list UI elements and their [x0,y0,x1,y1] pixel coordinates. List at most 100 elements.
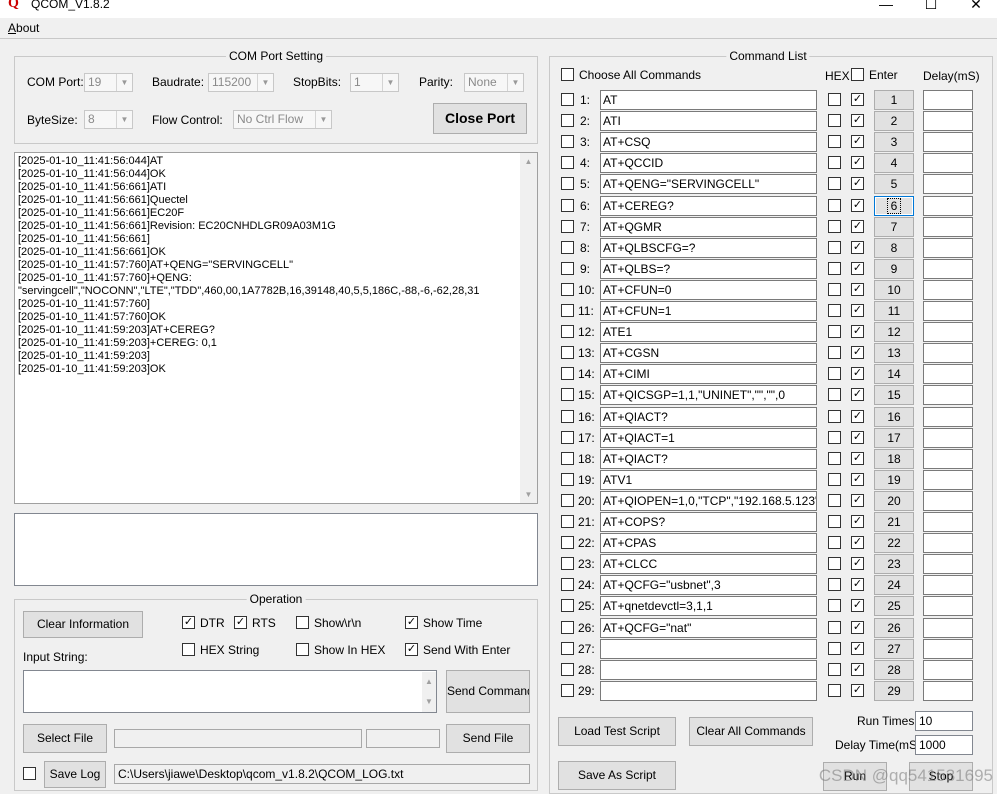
delay-input[interactable] [923,343,973,364]
command-select-checkbox[interactable] [561,599,574,613]
maximize-button[interactable]: ☐ [911,0,951,16]
delay-input[interactable] [923,490,973,511]
enter-checkbox[interactable] [851,367,864,381]
send-command-2-button[interactable]: 2 [874,111,914,132]
hex-checkbox[interactable] [828,620,841,634]
flow-control-select[interactable]: No Ctrl Flow ▼ [233,110,332,129]
save-as-script-button[interactable]: Save As Script [558,761,676,790]
enter-checkbox[interactable] [851,620,864,634]
hex-checkbox[interactable] [828,325,841,339]
command-select-checkbox[interactable] [561,261,574,275]
command-select-checkbox[interactable] [561,282,574,296]
command-select-checkbox[interactable] [561,219,574,233]
choose-all-checkbox[interactable] [561,68,574,81]
enter-checkbox[interactable] [851,156,864,170]
enter-checkbox[interactable] [851,662,864,676]
send-command-27-button[interactable]: 27 [874,638,914,659]
command-select-checkbox[interactable] [561,557,574,571]
hex-checkbox[interactable] [828,578,841,592]
delay-input[interactable] [923,427,973,448]
delay-input[interactable] [923,575,973,596]
command-select-checkbox[interactable] [561,578,574,592]
enter-checkbox[interactable] [851,388,864,402]
command-input[interactable]: AT [600,90,817,110]
command-input[interactable]: AT+CIMI [600,364,817,385]
send-command-10-button[interactable]: 10 [874,279,914,300]
command-select-checkbox[interactable] [561,177,574,191]
command-input[interactable] [600,638,817,659]
delay-input[interactable] [923,279,973,300]
enter-checkbox[interactable] [851,409,864,423]
send-command-13-button[interactable]: 13 [874,343,914,364]
send-command-25-button[interactable]: 25 [874,596,914,617]
send-command-29-button[interactable]: 29 [874,680,914,701]
send-command-4-button[interactable]: 4 [874,153,914,174]
enter-checkbox[interactable] [851,472,864,486]
command-select-checkbox[interactable] [561,620,574,634]
hex-checkbox[interactable] [828,557,841,571]
hex-checkbox[interactable] [828,451,841,465]
command-input[interactable]: AT+CEREG? [600,195,817,216]
log-path-field[interactable]: C:\Users\jiawe\Desktop\qcom_v1.8.2\QCOM_… [114,764,530,784]
command-input[interactable]: AT+CGSN [600,343,817,364]
delay-input[interactable] [923,237,973,258]
hex-checkbox[interactable] [828,93,841,106]
command-select-checkbox[interactable] [561,198,574,212]
send-command-3-button[interactable]: 3 [874,132,914,153]
send-command-button[interactable]: Send Command [446,670,530,713]
send-command-1-button[interactable]: 1 [874,90,914,110]
command-input[interactable]: AT+QGMR [600,216,817,237]
show-time-checkbox[interactable] [405,616,418,629]
send-command-8-button[interactable]: 8 [874,237,914,258]
hex-checkbox[interactable] [828,304,841,317]
send-command-19-button[interactable]: 19 [874,469,914,490]
hex-checkbox[interactable] [828,641,841,655]
input-spinner[interactable]: ▲ ▼ [422,672,436,712]
scroll-up-icon[interactable]: ▲ [520,153,537,170]
response-textbox[interactable] [14,513,538,586]
enter-checkbox[interactable] [851,261,864,275]
send-command-17-button[interactable]: 17 [874,427,914,448]
hex-checkbox[interactable] [828,114,841,128]
baudrate-select[interactable]: 115200 ▼ [208,73,274,92]
send-command-6-button[interactable]: 6 [874,195,914,216]
enter-checkbox[interactable] [851,304,864,317]
command-input[interactable] [600,680,817,701]
hex-string-checkbox[interactable] [182,643,195,656]
delay-input[interactable] [923,512,973,532]
command-select-checkbox[interactable] [561,493,574,507]
send-command-12-button[interactable]: 12 [874,322,914,343]
save-log-checkbox[interactable] [23,767,36,780]
enter-checkbox[interactable] [851,451,864,465]
send-command-20-button[interactable]: 20 [874,490,914,511]
delay-input[interactable] [923,132,973,153]
input-string-field[interactable] [23,670,437,713]
file-path-field[interactable] [114,729,362,748]
send-command-5-button[interactable]: 5 [874,174,914,195]
close-port-button[interactable]: Close Port [433,103,527,134]
command-select-checkbox[interactable] [561,114,574,128]
send-command-14-button[interactable]: 14 [874,364,914,385]
save-log-button[interactable]: Save Log [44,761,106,788]
command-input[interactable]: AT+CLCC [600,554,817,575]
send-command-22-button[interactable]: 22 [874,533,914,554]
command-select-checkbox[interactable] [561,346,574,360]
command-select-checkbox[interactable] [561,472,574,486]
command-input[interactable]: AT+QENG="SERVINGCELL" [600,174,817,195]
enter-checkbox[interactable] [851,198,864,212]
command-select-checkbox[interactable] [561,367,574,381]
delay-input[interactable] [923,680,973,701]
delay-input[interactable] [923,533,973,554]
delay-input[interactable] [923,90,973,110]
command-input[interactable]: AT+QCFG="usbnet",3 [600,575,817,596]
delay-input[interactable] [923,322,973,343]
enter-checkbox[interactable] [851,346,864,360]
parity-select[interactable]: None ▼ [464,73,524,92]
menu-item-about[interactable]: About [8,21,39,35]
delay-input[interactable] [923,111,973,132]
minimize-button[interactable]: — [866,0,906,16]
enter-all-checkbox[interactable] [851,68,864,81]
command-select-checkbox[interactable] [561,536,574,550]
hex-checkbox[interactable] [828,388,841,402]
show-in-hex-checkbox[interactable] [296,643,309,656]
